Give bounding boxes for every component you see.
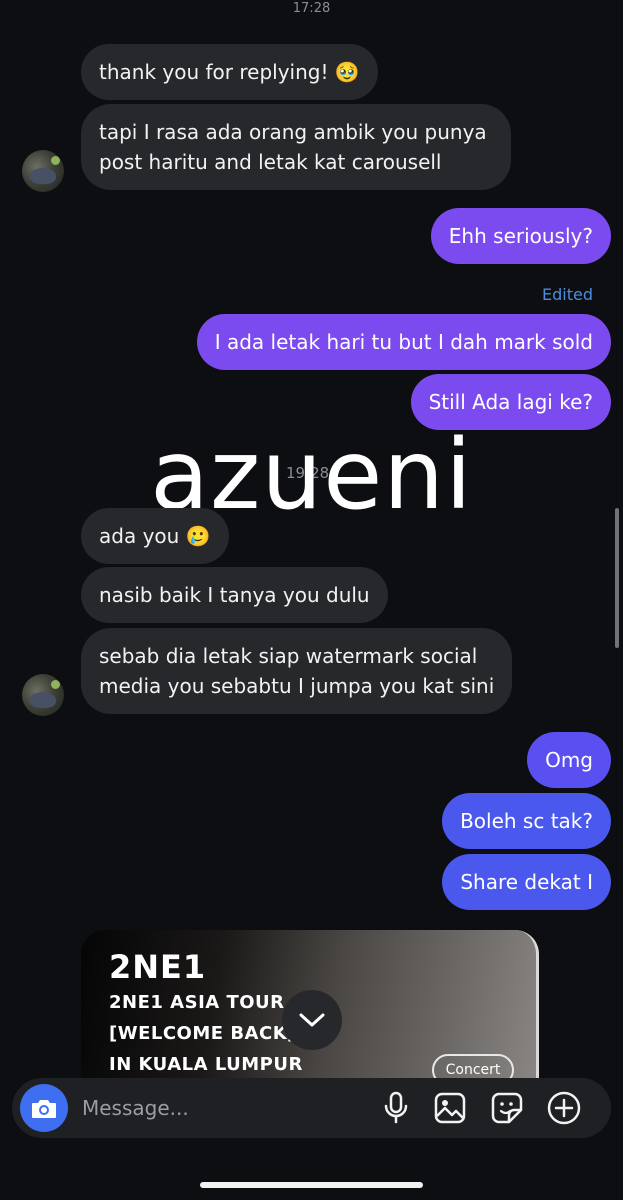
sender-avatar[interactable] — [22, 674, 64, 716]
incoming-message[interactable]: ada you 🥲 — [81, 508, 229, 564]
sticker-button[interactable] — [489, 1090, 525, 1126]
card-brand: 2NE1 — [109, 948, 207, 986]
more-options-button[interactable] — [546, 1090, 582, 1126]
image-icon — [434, 1092, 466, 1124]
message-text: Ehh seriously? — [448, 224, 593, 248]
microphone-icon — [384, 1091, 408, 1124]
message-text: post haritu and letak kat carousell — [99, 150, 442, 174]
outgoing-message[interactable]: Omg — [527, 732, 611, 788]
message-text: Share dekat I — [460, 870, 593, 894]
camera-icon — [32, 1100, 56, 1118]
message-text: nasib baik I tanya you dulu — [99, 583, 370, 607]
scrollbar[interactable] — [615, 508, 619, 648]
timestamp-top: 17:28 — [292, 2, 331, 12]
card-title-line: 2NE1 ASIA TOUR — [109, 992, 285, 1013]
incoming-message[interactable]: thank you for replying! 🥹 — [81, 44, 378, 100]
home-indicator[interactable] — [200, 1182, 423, 1188]
message-text: I ada letak hari tu but I dah mark sold — [214, 330, 593, 354]
message-text: ada you 🥲 — [99, 524, 211, 548]
camera-button[interactable] — [20, 1084, 68, 1132]
scroll-to-bottom-button[interactable] — [282, 990, 342, 1050]
sticker-icon — [491, 1092, 523, 1124]
outgoing-message[interactable]: Ehh seriously? — [430, 208, 611, 264]
message-composer — [12, 1078, 611, 1138]
message-text: thank you for replying! 🥹 — [99, 60, 360, 84]
message-input[interactable] — [82, 1091, 372, 1125]
outgoing-message[interactable]: Share dekat I — [442, 854, 611, 910]
gallery-button[interactable] — [432, 1090, 468, 1126]
message-text: media you sebabtu I jumpa you kat sini — [99, 674, 495, 698]
plus-circle-icon — [547, 1091, 581, 1125]
voice-message-button[interactable] — [378, 1090, 414, 1126]
edited-label: Edited — [542, 285, 593, 304]
outgoing-message[interactable]: Boleh sc tak? — [442, 793, 611, 849]
sender-avatar[interactable] — [22, 150, 64, 192]
message-text: Boleh sc tak? — [460, 809, 593, 833]
outgoing-message[interactable]: I ada letak hari tu but I dah mark sold — [196, 314, 611, 370]
card-title-line: [WELCOME BACK] — [109, 1023, 296, 1044]
chevron-down-icon — [299, 1013, 325, 1027]
message-text: tapi I rasa ada orang ambik you punya — [99, 120, 487, 144]
message-text: Omg — [545, 748, 593, 772]
message-text: Still Ada lagi ke? — [428, 390, 593, 414]
incoming-message[interactable]: nasib baik I tanya you dulu — [81, 567, 388, 623]
incoming-message[interactable]: sebab dia letak siap watermark social me… — [81, 628, 513, 714]
incoming-message[interactable]: tapi I rasa ada orang ambik you punya po… — [81, 104, 511, 190]
card-title-line: IN KUALA LUMPUR — [109, 1054, 303, 1075]
chat-screen: 17:28 thank you for replying! 🥹 tapi I r… — [0, 0, 623, 1200]
message-text: sebab dia letak siap watermark social — [99, 644, 478, 668]
